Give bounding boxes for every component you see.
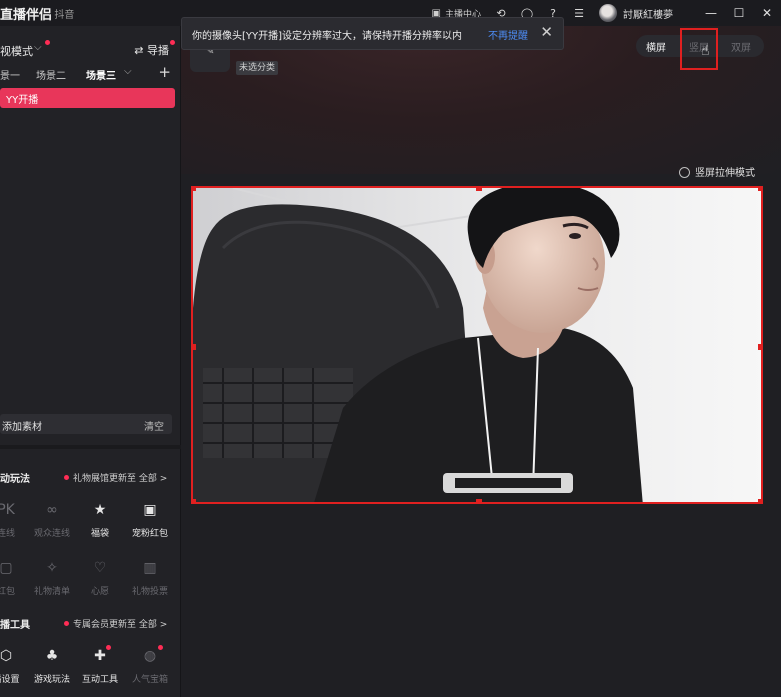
notification-dot <box>106 645 111 650</box>
grid-item-game-play[interactable]: ♣ 游戏玩法 <box>28 646 76 690</box>
grid-item-lucky-bag[interactable]: ★ 福袋 <box>76 500 124 544</box>
toast-message: 你的摄像头[YY开播]设定分辨率过大，请保持开播分辨率以内 <box>192 31 463 42</box>
pk-icon: PK <box>0 502 15 518</box>
user-name[interactable]: 討厭紅樓夢 <box>623 6 673 21</box>
maximize-icon[interactable]: ☐ <box>725 0 753 26</box>
notification-dot <box>64 475 69 480</box>
uncategorized-tag: 未选分类 <box>236 61 279 75</box>
avatar[interactable] <box>599 4 617 22</box>
radio-icon <box>679 167 690 178</box>
section-note-text: 礼物展馆更新至 全部 > <box>73 474 168 484</box>
section-title: 播工具 <box>0 620 30 631</box>
grid-item-wish[interactable]: ♡ 心愿 <box>76 558 124 602</box>
resize-handle[interactable] <box>193 499 196 502</box>
grid-item-interactive-tools[interactable]: ✚ 互动工具 <box>76 645 124 690</box>
notification-dot <box>45 40 50 45</box>
grid-label: 礼物投票 <box>131 587 168 597</box>
menu-icon[interactable]: ☰ <box>573 7 585 20</box>
source-item[interactable]: YY开播 <box>0 88 175 108</box>
main-canvas-area: ✎ 未选分类 你的摄像头[YY开播]设定分辨率过大，请保持开播分辨率以内 不再提… <box>181 17 781 697</box>
grid-item-gift-list[interactable]: ✧ 礼物清单 <box>28 558 76 602</box>
app-window: 直播伴侣 · 抖音 ▣ 主播中心 ⟲ ◯ ? ☰ 討厭紅樓夢 — ☐ ✕ 视模式… <box>0 0 781 697</box>
grid-item-gift-vote[interactable]: ▥ 礼物投票 <box>126 558 174 602</box>
treasure-box-icon: ◍ <box>143 648 157 664</box>
tab-scene-3[interactable]: 场景三 <box>86 67 116 82</box>
dont-remind-link[interactable]: 不再提醒 <box>488 27 528 42</box>
close-icon[interactable]: ✕ <box>540 23 553 41</box>
scene-tabs: 景一 场景二 场景三 ⌵ + <box>0 63 181 82</box>
notification-dot <box>64 621 69 626</box>
resize-handle[interactable] <box>193 188 196 191</box>
grid-label: 礼物清单 <box>33 587 70 597</box>
add-material-button[interactable]: 添加素材 <box>2 418 42 433</box>
tab-landscape[interactable]: 横屏 <box>646 39 666 54</box>
close-icon[interactable]: ✕ <box>753 0 781 26</box>
lucky-bag-icon: ★ <box>93 502 107 518</box>
red-packet-icon: ▣ <box>143 502 157 518</box>
camera-image <box>193 188 761 502</box>
play-section-header: 动玩法 礼物展馆更新至 全部 > <box>0 470 181 486</box>
grid-label: 心愿 <box>90 587 109 597</box>
clear-button[interactable]: 清空 <box>144 418 164 433</box>
grid-label: 红包 <box>0 587 15 597</box>
resize-handle[interactable] <box>758 188 761 191</box>
tab-scene-2[interactable]: 场景二 <box>36 67 66 82</box>
grid-label: 互动工具 <box>81 675 118 685</box>
resize-handle[interactable] <box>193 344 196 350</box>
notification-dot <box>170 40 175 45</box>
grid-item-red-packet[interactable]: ▢ 红包 <box>0 558 30 602</box>
resize-handle[interactable] <box>758 499 761 502</box>
resize-handle[interactable] <box>476 188 482 191</box>
game-icon: ♣ <box>45 648 59 664</box>
guide-label: 导播 <box>147 44 169 57</box>
left-panel: 视模式 ⌵ ⇄ 导播 景一 场景二 场景三 ⌵ + YY开播 添加素材 清空 动… <box>0 26 181 697</box>
grid-item-audience-link[interactable]: ∞ 观众连线 <box>28 500 76 544</box>
mode-selector[interactable]: 视模式 <box>0 43 33 59</box>
section-title: 动玩法 <box>0 474 30 485</box>
grid-label: 人气宝箱 <box>131 675 168 685</box>
highlight-box <box>680 28 718 70</box>
stretch-label: 竖屏拉伸模式 <box>695 168 755 179</box>
section-note-text: 专属会员更新至 全部 > <box>73 620 168 630</box>
chevron-down-icon[interactable]: ⌵ <box>34 42 42 53</box>
grid-label: 福袋 <box>90 529 109 539</box>
app-platform: · 抖音 <box>48 10 75 21</box>
section-note[interactable]: 专属会员更新至 全部 > <box>64 617 167 630</box>
tab-dual-screen[interactable]: 双屏 <box>731 39 751 54</box>
grid-label: 游戏玩法 <box>33 675 70 685</box>
grid-label: 观众连线 <box>33 529 70 539</box>
app-name: 直播伴侣 <box>0 8 53 23</box>
grid-item-popularity-box[interactable]: ◍ 人气宝箱 <box>126 645 174 690</box>
source-label: YY开播 <box>6 95 39 106</box>
section-note[interactable]: 礼物展馆更新至 全部 > <box>64 471 167 484</box>
grid-label: 播设置 <box>0 675 20 685</box>
grid-item-fan-red-packet[interactable]: ▣ 宠粉红包 <box>126 500 174 544</box>
resize-handle[interactable] <box>758 344 761 350</box>
resolution-warning-toast: 你的摄像头[YY开播]设定分辨率过大，请保持开播分辨率以内 不再提醒 ✕ <box>181 17 564 50</box>
notification-dot <box>158 645 163 650</box>
link-icon: ∞ <box>46 502 58 518</box>
chevron-down-icon[interactable]: ⌵ <box>124 66 132 77</box>
add-material-bar: 添加素材 清空 <box>0 414 172 434</box>
add-scene-icon[interactable]: + <box>158 63 171 81</box>
camera-preview[interactable] <box>191 186 763 504</box>
guide-button[interactable]: ⇄ 导播 <box>134 42 169 58</box>
grid-item-stream-settings[interactable]: ⬡ 播设置 <box>0 646 30 690</box>
wish-icon: ♡ <box>93 560 107 576</box>
mode-row: 视模式 ⌵ ⇄ 导播 <box>0 40 181 60</box>
tab-scene-1[interactable]: 景一 <box>0 67 20 82</box>
divider <box>0 445 181 449</box>
portrait-stretch-toggle[interactable]: 竖屏拉伸模式 <box>679 164 755 179</box>
gift-list-icon: ✧ <box>46 560 58 576</box>
resize-handle[interactable] <box>476 499 482 502</box>
grid-label: 宠粉红包 <box>131 529 168 539</box>
tools-section-header: 播工具 专属会员更新至 全部 > <box>0 616 181 632</box>
minimize-icon[interactable]: — <box>697 0 725 26</box>
vote-icon: ▥ <box>143 560 157 576</box>
grid-label: 连线 <box>0 529 15 539</box>
grid-item-pk[interactable]: PK 连线 <box>0 500 30 544</box>
hand-cursor-icon: ☝ <box>701 43 710 59</box>
settings-icon: ⬡ <box>0 648 13 664</box>
red-packet-icon: ▢ <box>0 560 13 576</box>
